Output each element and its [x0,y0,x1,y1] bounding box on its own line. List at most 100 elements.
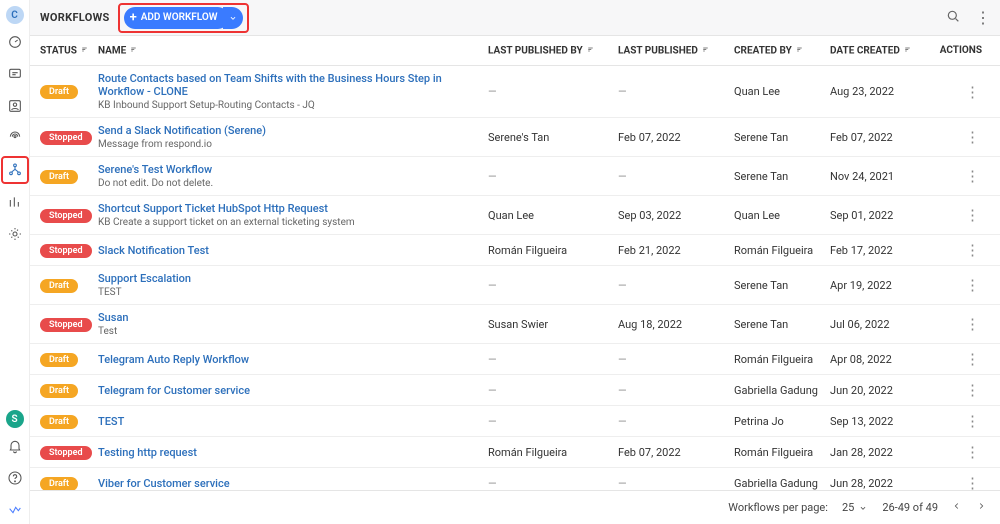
nav-settings-icon[interactable] [1,220,29,248]
more-menu-icon[interactable]: ⋮ [975,10,990,26]
col-date-created[interactable]: DATE CREATED [830,45,928,57]
cell-last-published: — [618,279,734,292]
row-actions-menu[interactable]: ⋮ [928,83,990,101]
workflow-name-link[interactable]: Slack Notification Test [98,244,478,257]
row-actions-menu[interactable]: ⋮ [928,167,990,185]
row-actions-menu[interactable]: ⋮ [928,443,990,461]
nav-dashboard-icon[interactable] [1,28,29,56]
cell-created-by: Serene Tan [734,170,830,183]
status-badge: Stopped [40,131,92,145]
cell-last-published-by: Serene's Tan [488,131,618,144]
cell-last-published-by: — [488,170,618,183]
brand-logo-icon [1,496,29,524]
col-name[interactable]: NAME [98,45,488,57]
nav-inbox-icon[interactable] [1,60,29,88]
cell-last-published: — [618,170,734,183]
cell-last-published-by: Quan Lee [488,209,618,222]
add-workflow-button[interactable]: + ADD WORKFLOW [124,7,229,29]
workflow-name-link[interactable]: Telegram Auto Reply Workflow [98,353,478,366]
table-row: Draft Serene's Test Workflow Do not edit. … [30,157,1000,196]
workflow-subtitle: Do not edit. Do not delete. [98,178,478,189]
table-row: DraftTEST——Petrina JoSep 13, 2022⋮ [30,406,1000,437]
workflow-name-link[interactable]: Support Escalation [98,272,478,285]
sort-icon [586,45,595,57]
row-actions-menu[interactable]: ⋮ [928,206,990,224]
col-last-published-by[interactable]: LAST PUBLISHED BY [488,45,618,57]
status-badge: Stopped [40,209,92,223]
sort-icon [903,45,912,57]
status-badge: Stopped [40,244,92,258]
nav-contacts-icon[interactable] [1,92,29,120]
workflow-subtitle: Message from respond.io [98,139,478,150]
workflow-name-link[interactable]: Telegram for Customer service [98,384,478,397]
row-actions-menu[interactable]: ⋮ [928,474,990,490]
nav-workflows-icon[interactable] [1,156,29,184]
status-badge: Stopped [40,446,92,460]
nav-reports-icon[interactable] [1,188,29,216]
plus-icon: + [130,11,137,24]
prev-page-button[interactable] [952,501,962,514]
status-badge: Draft [40,170,78,184]
workflow-name-link[interactable]: Route Contacts based on Team Shifts with… [98,72,478,98]
workflow-name-link[interactable]: Testing http request [98,446,478,459]
org-avatar[interactable]: C [6,6,24,24]
per-page-select[interactable]: 25 [842,501,868,514]
cell-last-published-by: — [488,384,618,397]
cell-last-published-by: — [488,353,618,366]
table-row: Stopped Slack Notification Test Román Filg… [30,235,1000,266]
row-actions-menu[interactable]: ⋮ [928,276,990,294]
sort-icon [129,45,138,57]
cell-date-created: Apr 08, 2022 [830,353,928,366]
per-page-label: Workflows per page: [728,501,828,514]
workflow-subtitle: KB Inbound Support Setup-Routing Contact… [98,100,478,111]
workflow-name-link[interactable]: Send a Slack Notification (Serene) [98,124,478,137]
nav-broadcast-icon[interactable] [1,124,29,152]
help-icon[interactable] [1,464,29,492]
cell-last-published: Aug 18, 2022 [618,318,734,331]
cell-last-published-by: Román Filgueira [488,244,618,257]
col-last-published[interactable]: LAST PUBLISHED [618,45,734,57]
workflow-name-link[interactable]: Serene's Test Workflow [98,163,478,176]
col-created-by[interactable]: CREATED BY [734,45,830,57]
workflow-name-link[interactable]: Susan [98,311,478,324]
row-actions-menu[interactable]: ⋮ [928,381,990,399]
page-title: WORKFLOWS [40,11,110,24]
workflow-name-link[interactable]: Viber for Customer service [98,477,478,490]
col-status[interactable]: STATUS [40,45,98,57]
sort-icon [80,45,89,57]
row-actions-menu[interactable]: ⋮ [928,412,990,430]
cell-last-published: — [618,384,734,397]
add-workflow-dropdown[interactable] [223,7,243,29]
status-badge: Draft [40,353,78,367]
workflow-name-link[interactable]: Shortcut Support Ticket HubSpot Http Req… [98,202,478,215]
add-workflow-highlight: + ADD WORKFLOW [118,3,249,33]
cell-last-published: — [618,477,734,490]
workflow-name-link[interactable]: TEST [98,415,478,428]
cell-last-published: Sep 03, 2022 [618,209,734,222]
cell-created-by: Román Filgueira [734,353,830,366]
cell-date-created: Jan 28, 2022 [830,446,928,459]
row-actions-menu[interactable]: ⋮ [928,241,990,259]
cell-created-by: Quan Lee [734,209,830,222]
table-row: StoppedTesting http requestRomán Filguei… [30,437,1000,468]
search-icon[interactable] [945,8,961,27]
user-avatar[interactable]: S [6,410,24,428]
cell-date-created: Apr 19, 2022 [830,279,928,292]
cell-last-published-by: — [488,415,618,428]
col-actions: ACTIONS [928,45,990,56]
cell-date-created: Feb 07, 2022 [830,131,928,144]
cell-last-published: Feb 07, 2022 [618,446,734,459]
cell-last-published: — [618,353,734,366]
next-page-button[interactable] [976,501,986,514]
row-actions-menu[interactable]: ⋮ [928,350,990,368]
row-actions-menu[interactable]: ⋮ [928,128,990,146]
workflow-subtitle: Test [98,326,478,337]
table-row: DraftViber for Customer service——Gabriel… [30,468,1000,490]
notifications-icon[interactable] [1,432,29,460]
status-badge: Draft [40,415,78,429]
table-row: DraftTelegram for Customer service——Gabr… [30,375,1000,406]
page-range: 26-49 of 49 [882,501,938,514]
row-actions-menu[interactable]: ⋮ [928,315,990,333]
cell-last-published: — [618,85,734,98]
sidebar: C S [0,0,30,524]
